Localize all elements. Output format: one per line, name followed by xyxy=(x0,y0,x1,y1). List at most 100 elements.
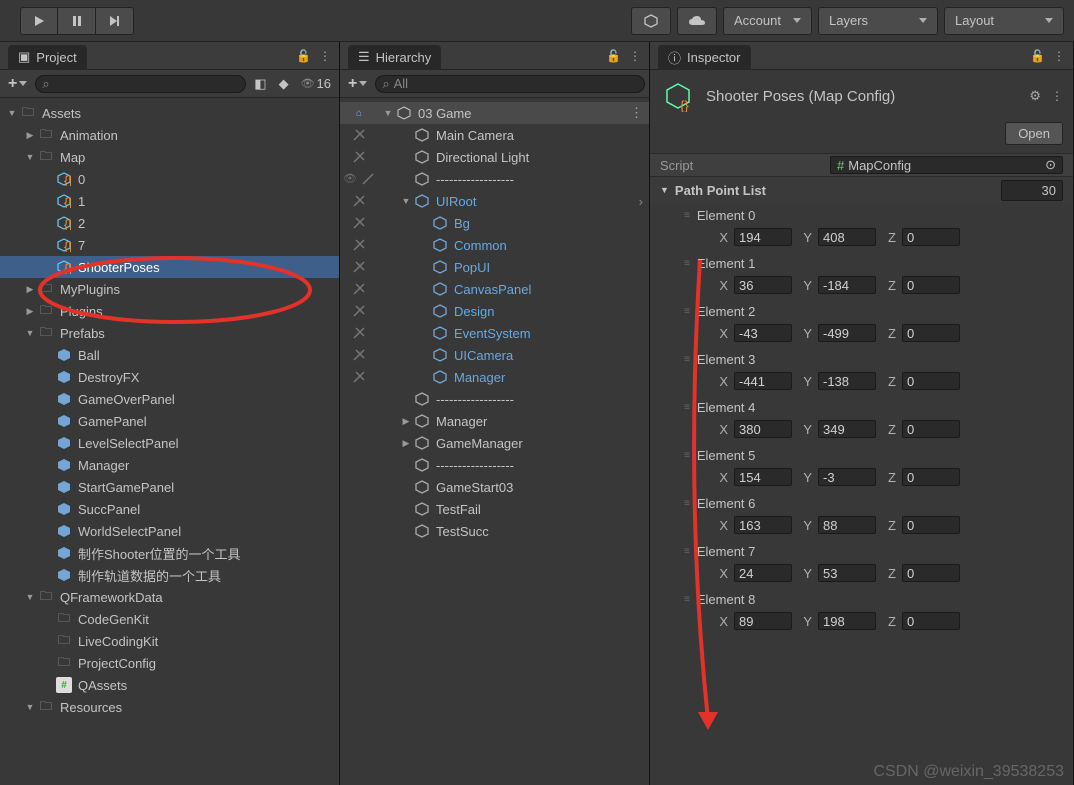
z-input[interactable] xyxy=(902,612,960,630)
play-button[interactable] xyxy=(20,7,58,35)
project-item[interactable]: 🗀LiveCodingKit xyxy=(0,630,339,652)
visibility-gutter[interactable] xyxy=(340,194,378,208)
list-foldout-arrow[interactable]: ▼ xyxy=(660,185,669,195)
z-input[interactable] xyxy=(902,420,960,438)
z-input[interactable] xyxy=(902,372,960,390)
hierarchy-tree[interactable]: ⌂03 Game⋮Main CameraDirectional Light👁--… xyxy=(340,98,649,785)
tree-arrow[interactable] xyxy=(400,196,412,206)
visibility-gutter[interactable]: ⌂ xyxy=(340,108,378,119)
hierarchy-item[interactable]: GameManager xyxy=(378,432,649,454)
tree-arrow[interactable] xyxy=(400,438,412,449)
visibility-gutter[interactable]: 👁 xyxy=(340,172,378,186)
x-input[interactable] xyxy=(734,372,792,390)
tree-arrow[interactable] xyxy=(24,592,36,602)
z-input[interactable] xyxy=(902,564,960,582)
drag-handle-icon[interactable]: ≡ xyxy=(684,546,691,557)
hierarchy-item[interactable]: Manager xyxy=(378,366,649,388)
project-item[interactable]: 制作轨道数据的一个工具 xyxy=(0,564,339,586)
object-picker-icon[interactable]: ⊙ xyxy=(1045,157,1056,173)
hierarchy-item[interactable]: ------------------ xyxy=(378,454,649,476)
x-input[interactable] xyxy=(734,228,792,246)
project-item[interactable]: {}1 xyxy=(0,190,339,212)
project-item[interactable]: 🗀QFrameworkData xyxy=(0,586,339,608)
drag-handle-icon[interactable]: ≡ xyxy=(684,354,691,365)
tree-arrow[interactable] xyxy=(382,108,394,118)
hierarchy-item[interactable]: CanvasPanel xyxy=(378,278,649,300)
menu-icon[interactable]: ⋮ xyxy=(629,49,641,63)
visibility-gutter[interactable] xyxy=(340,370,378,384)
lock-icon[interactable]: 🔓 xyxy=(606,49,621,63)
hierarchy-item[interactable]: 03 Game⋮ xyxy=(378,102,649,124)
y-input[interactable] xyxy=(818,276,876,294)
y-input[interactable] xyxy=(818,372,876,390)
project-item[interactable]: {}ShooterPoses xyxy=(0,256,339,278)
y-input[interactable] xyxy=(818,612,876,630)
project-item[interactable]: 🗀Map xyxy=(0,146,339,168)
project-item[interactable]: 🗀ProjectConfig xyxy=(0,652,339,674)
z-input[interactable] xyxy=(902,468,960,486)
hierarchy-item[interactable]: ------------------ xyxy=(378,168,649,190)
lock-icon[interactable]: 🔓 xyxy=(296,49,311,63)
hidden-toggle[interactable]: 👁16 xyxy=(297,76,335,91)
hierarchy-item[interactable]: Bg xyxy=(378,212,649,234)
hierarchy-item[interactable]: ------------------ xyxy=(378,388,649,410)
package-icon-button[interactable] xyxy=(631,7,671,35)
project-tree[interactable]: 🗀Assets🗀Animation🗀Map{}0{}1{}2{}7{}Shoot… xyxy=(0,98,339,785)
project-item[interactable]: StartGamePanel xyxy=(0,476,339,498)
project-item[interactable]: GamePanel xyxy=(0,410,339,432)
project-item[interactable]: 制作Shooter位置的一个工具 xyxy=(0,542,339,564)
tree-arrow[interactable] xyxy=(24,130,36,141)
lock-icon[interactable]: 🔓 xyxy=(1030,49,1045,63)
project-item[interactable]: SuccPanel xyxy=(0,498,339,520)
hierarchy-item[interactable]: EventSystem xyxy=(378,322,649,344)
tree-arrow[interactable] xyxy=(24,306,36,317)
hierarchy-item[interactable]: Common xyxy=(378,234,649,256)
drag-handle-icon[interactable]: ≡ xyxy=(684,258,691,269)
project-item[interactable]: 🗀Assets xyxy=(0,102,339,124)
tree-arrow[interactable] xyxy=(24,152,36,162)
visibility-gutter[interactable] xyxy=(340,282,378,296)
project-item[interactable]: LevelSelectPanel xyxy=(0,432,339,454)
y-input[interactable] xyxy=(818,324,876,342)
project-item[interactable]: DestroyFX xyxy=(0,366,339,388)
x-input[interactable] xyxy=(734,420,792,438)
hierarchy-item[interactable]: Design xyxy=(378,300,649,322)
add-menu[interactable]: + xyxy=(344,75,371,93)
visibility-gutter[interactable] xyxy=(340,348,378,362)
project-item[interactable]: 🗀Plugins xyxy=(0,300,339,322)
project-item[interactable]: {}2 xyxy=(0,212,339,234)
project-item[interactable]: {}0 xyxy=(0,168,339,190)
tree-arrow[interactable] xyxy=(24,328,36,338)
hierarchy-tab[interactable]: ☰Hierarchy xyxy=(348,45,441,70)
account-dropdown[interactable]: Account xyxy=(723,7,812,35)
layers-dropdown[interactable]: Layers xyxy=(818,7,938,35)
z-input[interactable] xyxy=(902,228,960,246)
drag-handle-icon[interactable]: ≡ xyxy=(684,498,691,509)
y-input[interactable] xyxy=(818,468,876,486)
drag-handle-icon[interactable]: ≡ xyxy=(684,210,691,221)
x-input[interactable] xyxy=(734,324,792,342)
project-item[interactable]: 🗀Resources xyxy=(0,696,339,718)
script-object-field[interactable]: #MapConfig ⊙ xyxy=(830,156,1063,174)
hierarchy-item[interactable]: UICamera xyxy=(378,344,649,366)
layout-dropdown[interactable]: Layout xyxy=(944,7,1064,35)
visibility-gutter[interactable] xyxy=(340,150,378,164)
hierarchy-item[interactable]: Directional Light xyxy=(378,146,649,168)
y-input[interactable] xyxy=(818,228,876,246)
hierarchy-item[interactable]: TestSucc xyxy=(378,520,649,542)
pause-button[interactable] xyxy=(58,7,96,35)
project-item[interactable]: 🗀Animation xyxy=(0,124,339,146)
x-input[interactable] xyxy=(734,612,792,630)
hierarchy-item[interactable]: UIRoot› xyxy=(378,190,649,212)
project-item[interactable]: 🗀MyPlugins xyxy=(0,278,339,300)
open-button[interactable]: Open xyxy=(1005,122,1063,145)
y-input[interactable] xyxy=(818,564,876,582)
hierarchy-item[interactable]: Main Camera xyxy=(378,124,649,146)
inspector-tab[interactable]: ⓘInspector xyxy=(658,45,751,70)
tree-arrow[interactable] xyxy=(24,702,36,712)
visibility-gutter[interactable] xyxy=(340,326,378,340)
x-input[interactable] xyxy=(734,564,792,582)
project-item[interactable]: 🗀CodeGenKit xyxy=(0,608,339,630)
list-count[interactable]: 30 xyxy=(1001,180,1063,201)
x-input[interactable] xyxy=(734,468,792,486)
